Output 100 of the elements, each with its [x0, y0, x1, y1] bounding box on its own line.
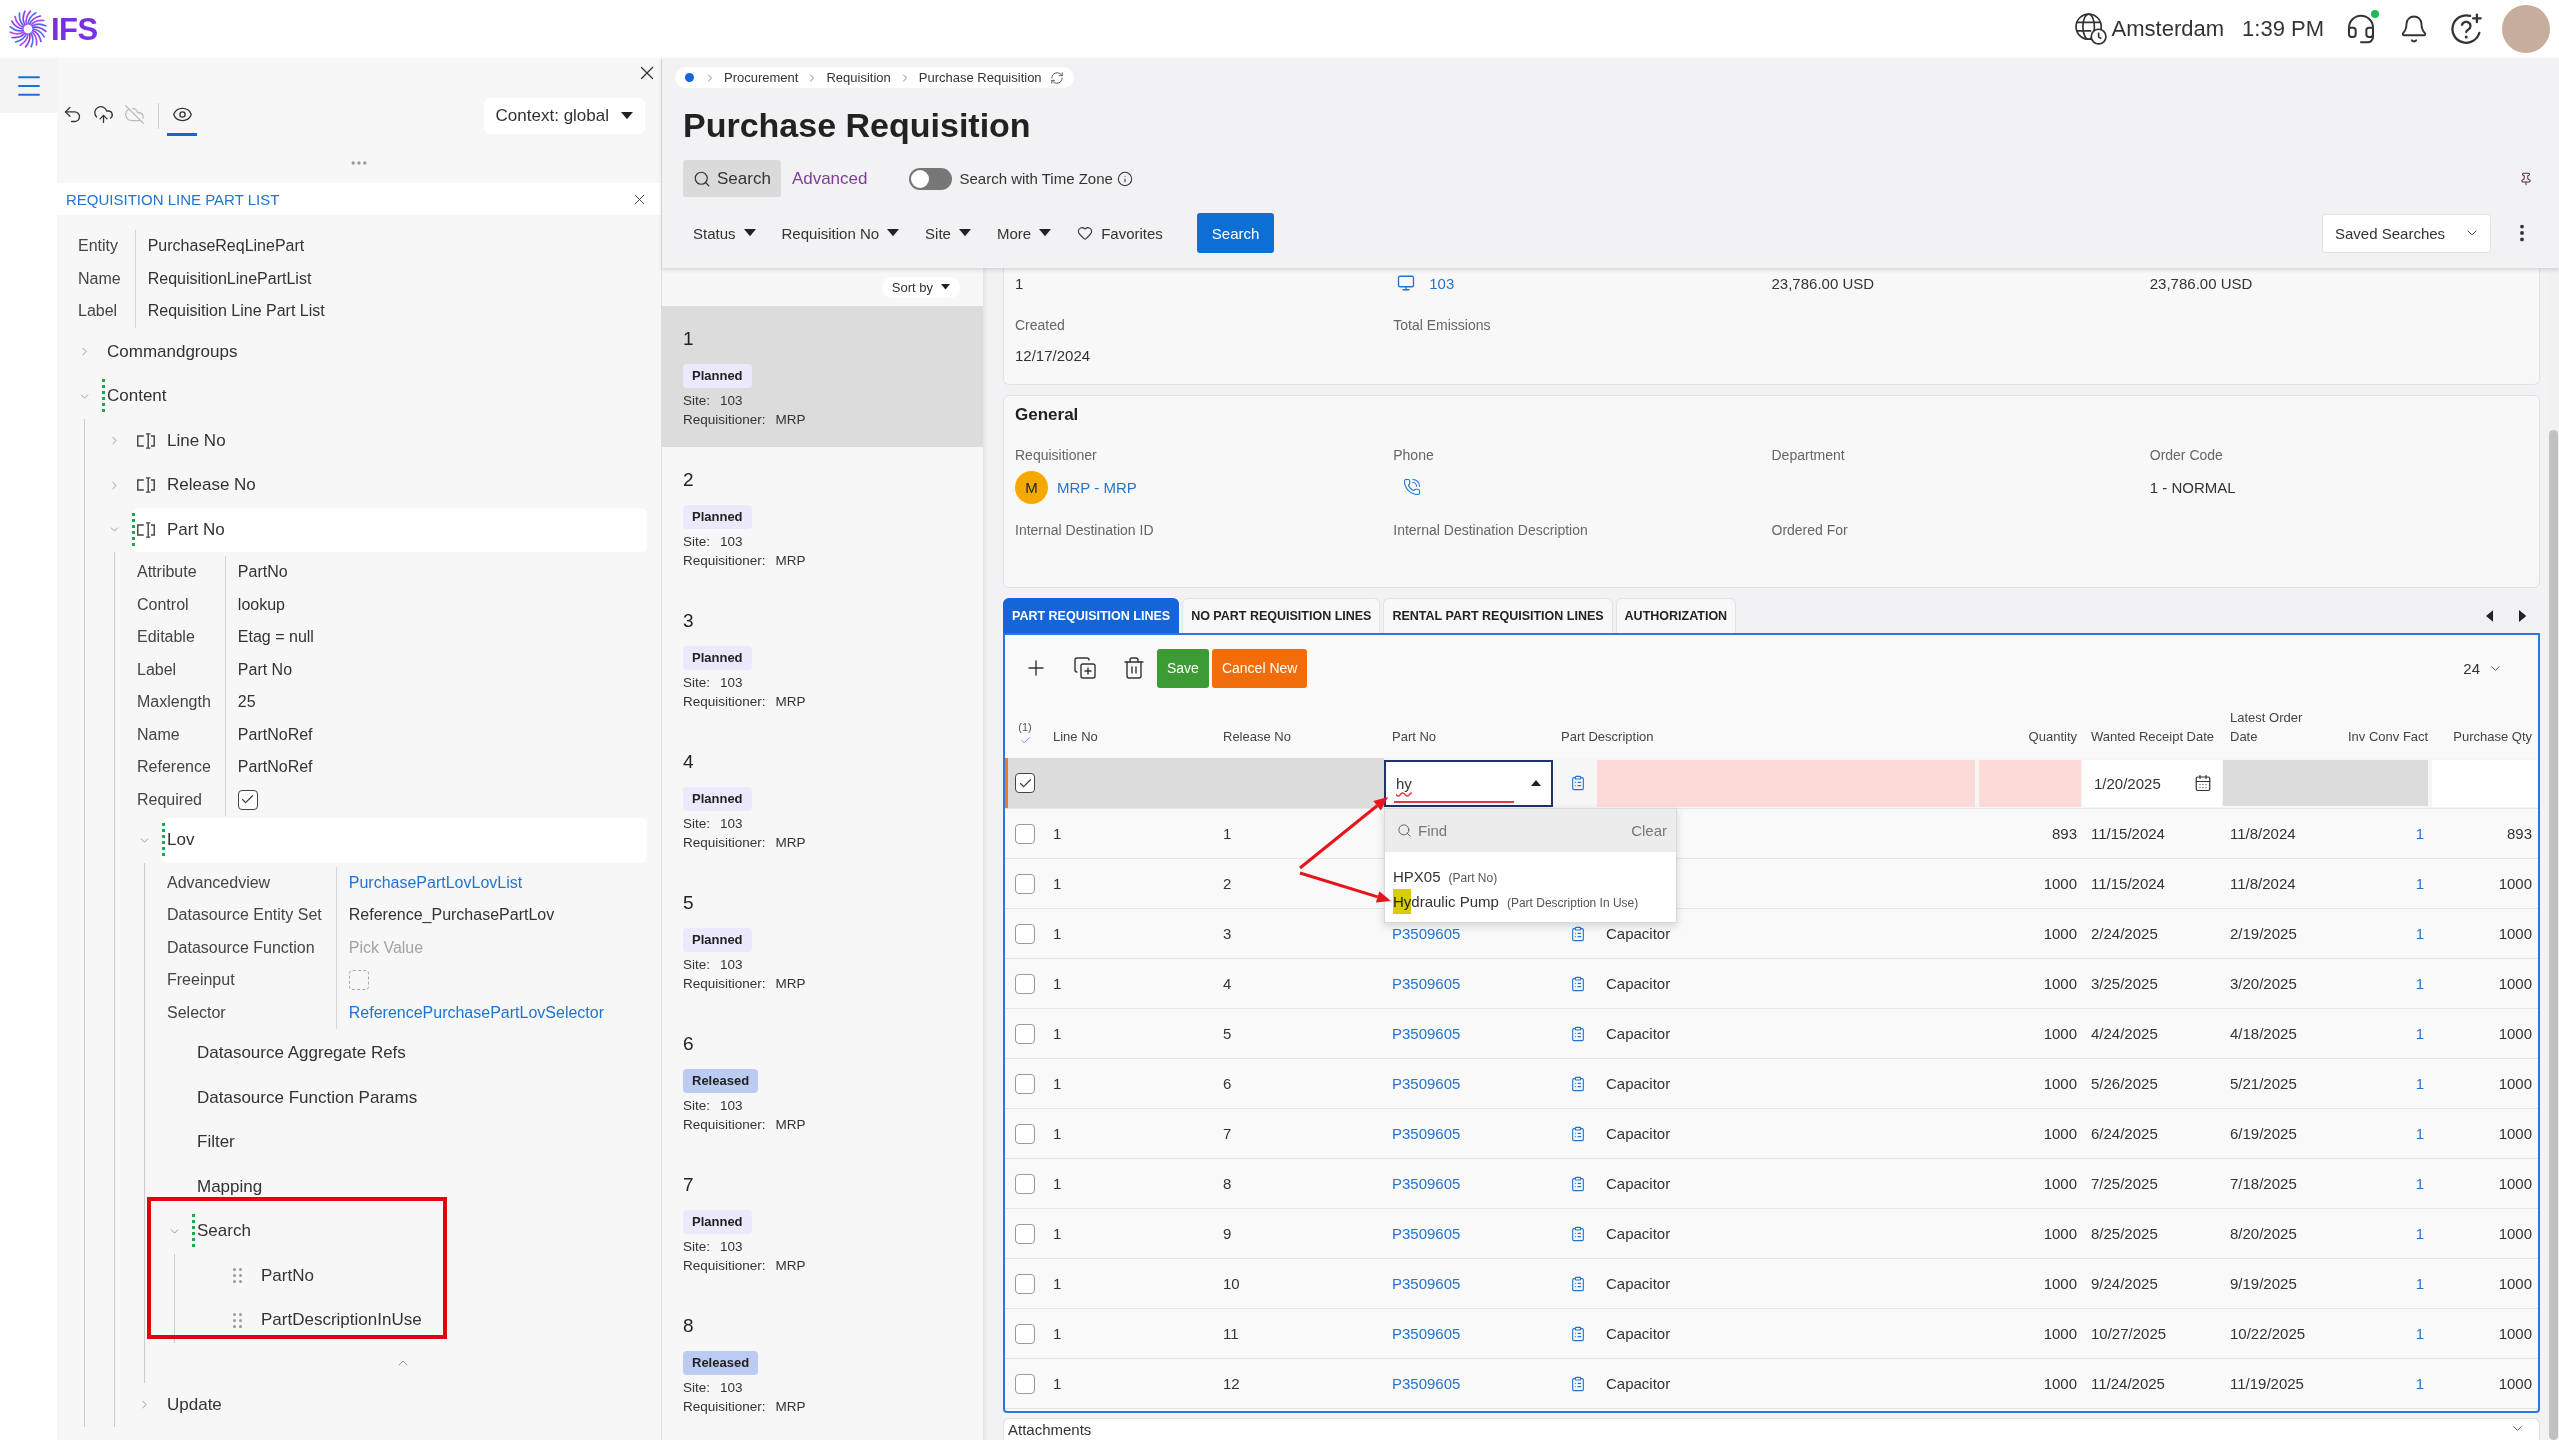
menu-button[interactable]: [0, 58, 57, 113]
search-mode-tab[interactable]: Search: [683, 160, 781, 197]
pin-icon[interactable]: [2519, 171, 2533, 186]
find-field[interactable]: Find Clear: [1385, 809, 1676, 852]
conversion-factor[interactable]: 1: [2415, 1225, 2424, 1242]
record-card[interactable]: 6 Released Site: 103 Requisitioner: MRP: [662, 1011, 983, 1152]
part-number-link[interactable]: P3509605: [1392, 1225, 1461, 1242]
search-mode-tab[interactable]: Advanced: [781, 160, 878, 197]
attachments-section[interactable]: Attachments: [1003, 1418, 2540, 1440]
filter-dropdown[interactable]: Requisition No: [771, 213, 910, 253]
tree-item[interactable]: Line No: [132, 418, 647, 463]
filter-dropdown[interactable]: Site: [915, 213, 981, 253]
record-card[interactable]: 5 Planned Site: 103 Requisitioner: MRP: [662, 870, 983, 1011]
row-checkbox[interactable]: [1015, 1273, 1035, 1294]
clipboard-icon[interactable]: [1570, 1225, 1586, 1242]
property-link[interactable]: ReferencePurchasePartLovSelector: [348, 1003, 604, 1022]
help-icon[interactable]: [2451, 13, 2483, 45]
save-button[interactable]: Save: [1157, 648, 1209, 688]
purchase-qty-input[interactable]: [2432, 759, 2538, 807]
tree-item[interactable]: Search: [192, 1209, 647, 1254]
value-link[interactable]: 103: [1429, 274, 1455, 292]
row-checkbox[interactable]: [1015, 1023, 1035, 1044]
column-header[interactable]: Wanted Receipt Date: [2091, 727, 2215, 746]
refresh-icon[interactable]: [1049, 70, 1064, 85]
calendar-icon[interactable]: [2194, 774, 2212, 792]
conversion-factor[interactable]: 1: [2415, 975, 2424, 992]
scrollbar-thumb[interactable]: [2549, 430, 2558, 1440]
column-header[interactable]: Latest Order Date: [2230, 708, 2320, 746]
tree-item[interactable]: Commandgroups: [102, 329, 647, 374]
property-link[interactable]: PurchasePartLovLovList: [348, 873, 523, 892]
tree-item[interactable]: PartDescriptionInUse: [222, 1298, 647, 1343]
tree-item[interactable]: Release No: [132, 463, 647, 508]
quantity-input[interactable]: [1979, 759, 2081, 807]
tree-item[interactable]: Update: [162, 1382, 647, 1427]
globe-clock-icon[interactable]: [2074, 13, 2107, 45]
tab[interactable]: NO PART REQUISITION LINES: [1182, 598, 1381, 633]
description-input[interactable]: [1597, 759, 1975, 807]
tree-item[interactable]: Datasource Function Params: [192, 1075, 647, 1120]
row-checkbox[interactable]: [1015, 1373, 1035, 1394]
clipboard-icon[interactable]: [1570, 925, 1586, 942]
phone-icon[interactable]: [1403, 478, 1422, 496]
row-checkbox[interactable]: [1015, 1223, 1035, 1244]
home-dot-icon[interactable]: [685, 73, 694, 82]
tab[interactable]: AUTHORIZATION: [1615, 598, 1737, 633]
part-number-link[interactable]: P3509605: [1392, 925, 1461, 942]
clipboard-icon[interactable]: [1570, 775, 1586, 791]
conversion-factor[interactable]: 1: [2415, 1075, 2424, 1092]
conversion-factor[interactable]: 1: [2415, 875, 2424, 892]
clipboard-icon[interactable]: [1570, 1375, 1586, 1392]
tree-item[interactable]: PartNo: [222, 1253, 647, 1298]
drag-handle-icon[interactable]: [233, 1268, 242, 1284]
location-name[interactable]: Amsterdam: [2111, 16, 2225, 42]
toggle-switch[interactable]: [908, 167, 952, 190]
info-icon[interactable]: [1116, 170, 1133, 187]
clear-button[interactable]: Clear: [1631, 822, 1667, 839]
clipboard-icon[interactable]: [1570, 1075, 1586, 1092]
row-checkbox[interactable]: [1015, 1123, 1035, 1144]
part-number-link[interactable]: P3509605: [1392, 1125, 1461, 1142]
row-checkbox[interactable]: [1015, 923, 1035, 944]
tab[interactable]: RENTAL PART REQUISITION LINES: [1383, 598, 1613, 633]
record-card[interactable]: 2 Planned Site: 103 Requisitioner: MRP: [662, 447, 983, 588]
bell-icon[interactable]: [2399, 14, 2429, 44]
column-header[interactable]: Release No: [1223, 727, 1291, 746]
tree-item[interactable]: Filter: [192, 1120, 647, 1165]
person-link[interactable]: MRP - MRP: [1057, 478, 1137, 496]
row-checkbox[interactable]: [1015, 1323, 1035, 1344]
tree-item[interactable]: Lov: [162, 818, 647, 863]
search-button[interactable]: Search: [1196, 213, 1275, 253]
part-number-link[interactable]: P3509605: [1392, 975, 1461, 992]
conversion-factor[interactable]: 1: [2415, 825, 2424, 842]
column-header[interactable]: Inv Conv Fact: [2348, 727, 2429, 746]
clipboard-icon[interactable]: [1570, 1125, 1586, 1142]
lookup-option[interactable]: HPX05 (Part No): [1385, 864, 1676, 889]
row-checkbox[interactable]: [1015, 773, 1035, 793]
page-size-dropdown[interactable]: 24: [2463, 659, 2503, 677]
column-header[interactable]: Purchase Qty: [2453, 727, 2532, 746]
tab[interactable]: PART REQUISITION LINES: [1003, 598, 1180, 633]
part-number-link[interactable]: P3509605: [1392, 1325, 1461, 1342]
trash-icon[interactable]: [1122, 656, 1146, 680]
clipboard-icon[interactable]: [1570, 1325, 1586, 1342]
context-dropdown[interactable]: Context: global: [483, 97, 645, 134]
caret-right-icon[interactable]: [2518, 609, 2526, 622]
breadcrumb-link[interactable]: Procurement: [724, 70, 799, 85]
record-card[interactable]: 1 Planned Site: 103 Requisitioner: MRP: [662, 306, 983, 447]
conversion-factor[interactable]: 1: [2415, 1375, 2424, 1392]
conversion-factor[interactable]: 1: [2415, 925, 2424, 942]
column-header[interactable]: Part Description: [1561, 727, 1654, 746]
record-card[interactable]: 7 Planned Site: 103 Requisitioner: MRP: [662, 1152, 983, 1293]
caret-left-icon[interactable]: [2485, 609, 2493, 622]
filter-dropdown[interactable]: More: [986, 213, 1062, 253]
part-number-link[interactable]: P3509605: [1392, 1375, 1461, 1392]
row-checkbox[interactable]: [1015, 1073, 1035, 1094]
row-checkbox[interactable]: [1015, 973, 1035, 994]
column-header[interactable]: Line No: [1053, 727, 1098, 746]
clipboard-icon[interactable]: [1570, 1175, 1586, 1192]
column-header[interactable]: Quantity: [2028, 727, 2077, 746]
column-header[interactable]: Part No: [1392, 727, 1437, 746]
checkbox[interactable]: [237, 789, 258, 810]
breadcrumb-link[interactable]: Requisition: [826, 70, 891, 85]
conversion-factor[interactable]: 1: [2415, 1175, 2424, 1192]
